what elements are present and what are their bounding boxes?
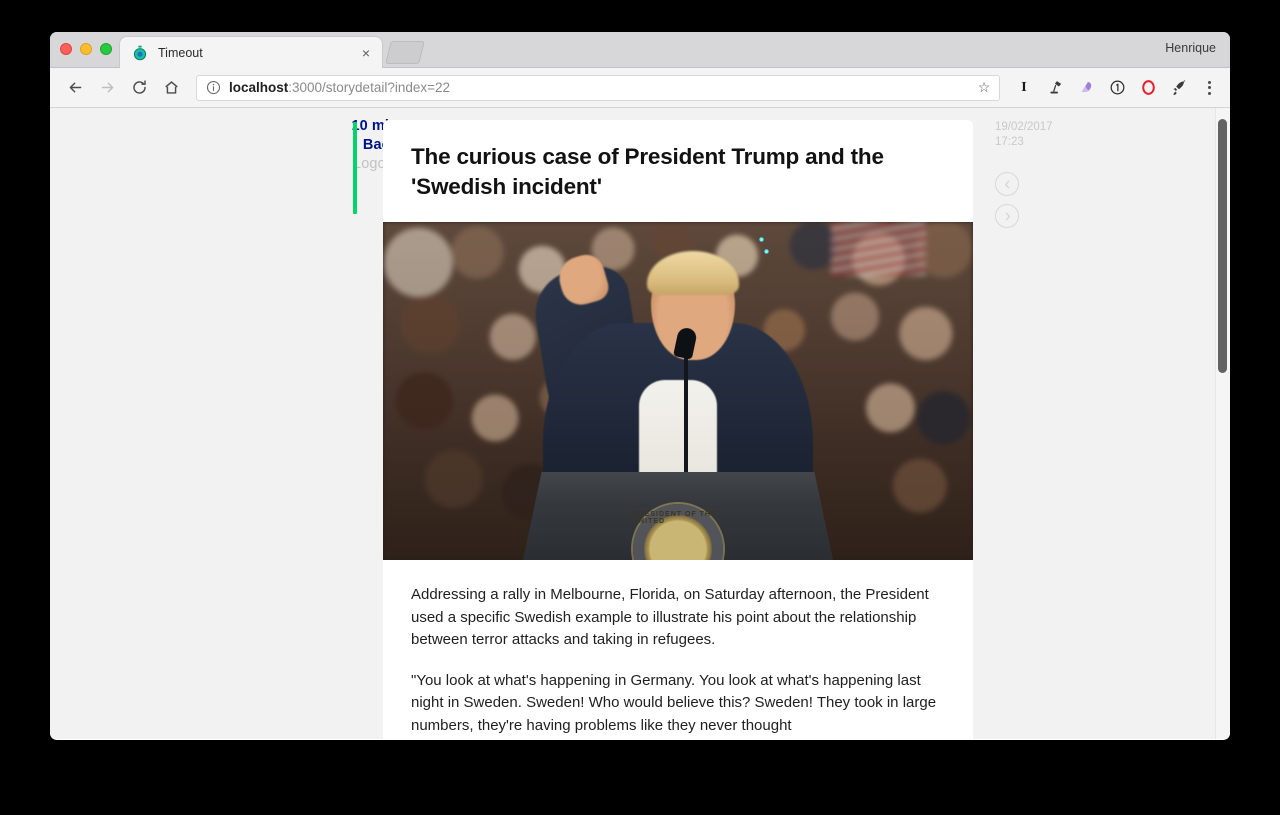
timer-progress-bar	[353, 122, 357, 214]
forward-arrow-icon[interactable]	[92, 73, 122, 103]
back-arrow-icon[interactable]	[60, 73, 90, 103]
url-host: localhost	[229, 80, 288, 95]
article-card: The curious case of President Trump and …	[383, 120, 973, 739]
purple-blob-extension-icon[interactable]	[1072, 74, 1100, 102]
extension-toolbar: I	[1010, 74, 1222, 102]
home-icon[interactable]	[156, 73, 186, 103]
article-paragraph: Addressing a rally in Melbourne, Florida…	[411, 584, 945, 652]
info-circle-icon[interactable]	[206, 80, 221, 95]
browser-tab-title: Timeout	[158, 46, 358, 60]
article-hero-image: PRESIDENT OF THE UNITED	[383, 222, 973, 560]
tab-strip: Timeout × Henrique	[50, 32, 1230, 68]
rocket-extension-icon[interactable]	[1165, 74, 1193, 102]
desk-lamp-extension-icon[interactable]	[1041, 74, 1069, 102]
article-body: Addressing a rally in Melbourne, Florida…	[383, 560, 973, 739]
star-icon[interactable]: ☆	[975, 79, 993, 96]
page-scrollbar-track[interactable]	[1215, 108, 1230, 739]
next-story-button[interactable]	[995, 204, 1019, 228]
minimize-window-button[interactable]	[80, 43, 92, 55]
article-time: 17:23	[995, 135, 1105, 150]
maximize-window-button[interactable]	[100, 43, 112, 55]
right-rail: 19/02/2017 17:23	[995, 120, 1105, 228]
article-title: The curious case of President Trump and …	[383, 120, 973, 222]
reload-icon[interactable]	[124, 73, 154, 103]
close-window-button[interactable]	[60, 43, 72, 55]
stopwatch-icon	[132, 45, 148, 61]
article-paragraph: "You look at what's happening in Germany…	[411, 670, 945, 738]
browser-tab-timeout[interactable]: Timeout ×	[119, 36, 383, 68]
address-bar[interactable]: localhost:3000/storydetail?index=22 ☆	[196, 75, 1000, 101]
podium: PRESIDENT OF THE UNITED	[523, 472, 833, 560]
italic-i-extension-icon[interactable]: I	[1010, 74, 1038, 102]
url-path: :3000/storydetail?index=22	[288, 80, 450, 95]
red-o-extension-icon[interactable]	[1134, 74, 1162, 102]
page-viewport: 10 min Back Logout The curious case of P…	[50, 108, 1230, 739]
new-tab-button[interactable]	[385, 41, 425, 64]
presidential-seal-icon: PRESIDENT OF THE UNITED	[633, 504, 723, 560]
browser-toolbar: localhost:3000/storydetail?index=22 ☆ I	[50, 68, 1230, 108]
article-date: 19/02/2017	[995, 120, 1105, 135]
window-traffic-lights	[60, 43, 112, 55]
presidential-seal-text: PRESIDENT OF THE UNITED	[633, 504, 723, 560]
page-scrollbar-thumb[interactable]	[1218, 119, 1227, 373]
article-nav-buttons	[995, 172, 1105, 228]
close-tab-button[interactable]: ×	[358, 46, 374, 60]
circled-one-extension-icon[interactable]	[1103, 74, 1131, 102]
previous-story-button[interactable]	[995, 172, 1019, 196]
browser-window: Timeout × Henrique	[50, 32, 1230, 740]
profile-name-label[interactable]: Henrique	[1165, 41, 1216, 55]
three-dot-menu-icon[interactable]	[1196, 74, 1222, 102]
address-bar-url: localhost:3000/storydetail?index=22	[229, 80, 975, 95]
